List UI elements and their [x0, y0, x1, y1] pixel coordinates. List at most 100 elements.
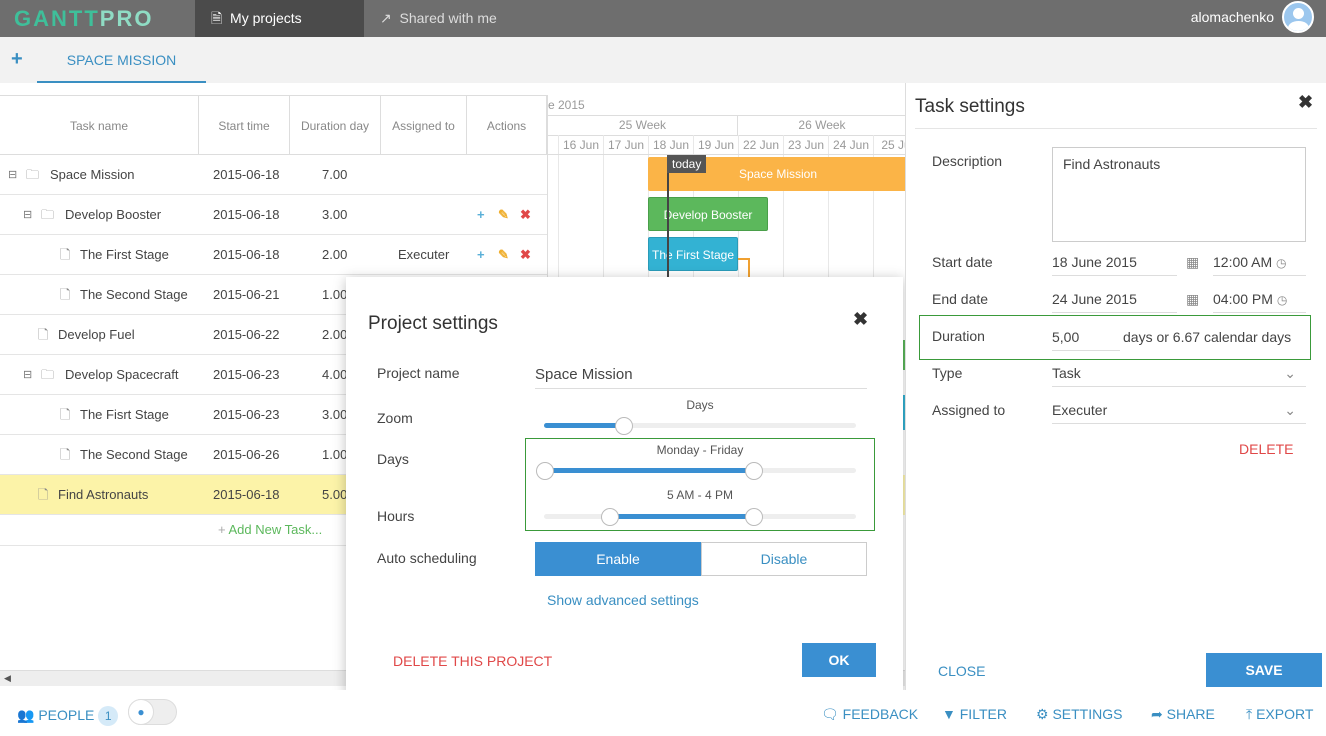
start-time: 2015-06-18	[213, 247, 280, 262]
header-assigned[interactable]: Assigned to	[381, 95, 467, 155]
assigned-select[interactable]: Executer ⌄	[1052, 396, 1306, 424]
enable-button[interactable]: Enable	[535, 542, 701, 576]
task-name[interactable]: The First Stage	[80, 235, 169, 275]
feedback-button[interactable]: 🗨 FEEDBACK	[821, 706, 918, 723]
add-subtask-icon[interactable]: +	[477, 235, 485, 275]
filter-button[interactable]: ▼ FILTER	[942, 706, 1007, 722]
tab-shared[interactable]: ↗ Shared with me	[364, 0, 564, 37]
close-icon[interactable]: ✖	[1298, 92, 1313, 113]
save-button[interactable]: SAVE	[1206, 653, 1322, 687]
start-time: 2015-06-18	[213, 167, 280, 182]
share-button[interactable]: ➦ SHARE	[1151, 706, 1215, 723]
add-task-button[interactable]: + Add New Task...	[218, 522, 322, 537]
table-row[interactable]: ⊟ 🗀 Space Mission 2015-06-18 7.00	[0, 155, 547, 195]
project-name-input[interactable]: Space Mission	[535, 361, 867, 389]
settings-button[interactable]: ⚙ SETTINGS	[1036, 706, 1122, 723]
type-select[interactable]: Task ⌄	[1052, 359, 1306, 387]
disable-button[interactable]: Disable	[701, 542, 867, 576]
zoom-slider-handle[interactable]	[615, 417, 633, 435]
zoom-label: Zoom	[377, 410, 413, 426]
delete-icon[interactable]: ✖	[520, 235, 531, 275]
file-icon: 🗋	[60, 407, 71, 422]
task-name[interactable]: Find Astronauts	[58, 475, 148, 515]
assigned-label: Assigned to	[932, 402, 1006, 418]
table-row[interactable]: 🗋 The First Stage 2015-06-18 2.00 Executer + ✎…	[0, 235, 547, 275]
week-25: 25 Week	[548, 115, 738, 136]
description-input[interactable]: Find Astronauts	[1052, 147, 1306, 242]
avatar[interactable]	[1282, 1, 1314, 33]
end-time-input[interactable]: 04:00 PM ◷	[1213, 285, 1306, 313]
people-icon: 👥	[17, 707, 35, 723]
edit-icon[interactable]: ✎	[498, 235, 509, 275]
user-name[interactable]: alomachenko	[1191, 0, 1274, 34]
header-task-name[interactable]: Task name	[0, 95, 199, 155]
collapse-icon[interactable]: ⊟	[23, 355, 32, 395]
assigned-to: Executer	[398, 247, 450, 262]
duration: 3.00	[322, 407, 348, 422]
header-actions: Actions	[467, 95, 547, 155]
filter-icon: ▼	[942, 706, 956, 722]
task-name[interactable]: The Second Stage	[80, 435, 188, 475]
project-name-label: Project name	[377, 365, 460, 381]
task-name[interactable]: The Second Stage	[80, 275, 188, 315]
task-name[interactable]: Develop Fuel	[58, 315, 135, 355]
task-name[interactable]: The Fisrt Stage	[80, 395, 169, 435]
start-time: 2015-06-21	[213, 287, 280, 302]
start-date-label: Start date	[932, 254, 993, 270]
people-toggle[interactable]: ●	[128, 699, 177, 725]
collapse-icon[interactable]: ⊟	[8, 155, 17, 195]
ok-button[interactable]: OK	[802, 643, 876, 677]
start-time: 2015-06-26	[213, 447, 280, 462]
days-slider-start-handle[interactable]	[536, 462, 554, 480]
delete-task-button[interactable]: DELETE	[1239, 441, 1293, 457]
add-project-button[interactable]: +	[11, 48, 23, 71]
days-label: Days	[377, 451, 409, 467]
duration: 3.00	[322, 207, 348, 222]
export-button[interactable]: ⤒ EXPORT	[1246, 706, 1313, 723]
task-name[interactable]: Space Mission	[50, 155, 135, 195]
hours-slider-start-handle[interactable]	[601, 508, 619, 526]
export-icon: ⤒	[1246, 706, 1253, 722]
dialog-title: Project settings	[368, 313, 498, 334]
duration: 4.00	[322, 367, 348, 382]
header-start-time[interactable]: Start time	[199, 95, 290, 155]
days-slider-end-handle[interactable]	[745, 462, 763, 480]
file-icon: 🗋	[60, 287, 71, 302]
collapse-icon[interactable]: ⊟	[23, 195, 32, 235]
tab-my-projects[interactable]: 🗎 My projects	[195, 0, 364, 37]
add-subtask-icon[interactable]: +	[477, 195, 485, 235]
start-date-input[interactable]: 18 June 2015	[1052, 248, 1177, 276]
bottom-toolbar: 👥 PEOPLE 1 ● 🗨 FEEDBACK ▼ FILTER ⚙ SETTI…	[0, 690, 1326, 736]
advanced-settings-link[interactable]: Show advanced settings	[547, 592, 699, 608]
table-row[interactable]: ⊟ 🗀 Develop Booster 2015-06-18 3.00 + ✎ ✖	[0, 195, 547, 235]
close-button[interactable]: CLOSE	[938, 663, 985, 679]
start-time-input[interactable]: 12:00 AM ◷	[1213, 248, 1306, 276]
logo[interactable]: GANTTPRO	[14, 6, 153, 32]
duration: 1.00	[322, 287, 348, 302]
people-button[interactable]: 👥 PEOPLE 1	[17, 706, 119, 726]
hours-slider-end-handle[interactable]	[745, 508, 763, 526]
header-duration[interactable]: Duration day	[290, 95, 381, 155]
delete-icon[interactable]: ✖	[520, 195, 531, 235]
duration-input[interactable]: 5,00	[1052, 323, 1120, 351]
start-time: 2015-06-18	[213, 207, 280, 222]
type-label: Type	[932, 365, 963, 381]
gantt-bar[interactable]: Develop Booster	[648, 197, 768, 231]
task-name[interactable]: Develop Booster	[65, 195, 161, 235]
calendar-icon[interactable]: ▦	[1186, 254, 1199, 271]
file-icon: 🗋	[60, 447, 71, 462]
zoom-value: Days	[686, 398, 714, 412]
delete-project-button[interactable]: DELETE THIS PROJECT	[393, 653, 552, 669]
task-settings-panel: Task settings ✖ Description Find Astrona…	[905, 83, 1326, 690]
gantt-bar[interactable]: The First Stage	[648, 237, 738, 271]
edit-icon[interactable]: ✎	[498, 195, 509, 235]
close-icon[interactable]: ✖	[853, 309, 868, 330]
duration: 2.00	[322, 327, 348, 342]
file-icon: 🗋	[60, 247, 71, 262]
end-date-input[interactable]: 24 June 2015	[1052, 285, 1177, 313]
people-count-badge: 1	[98, 706, 119, 726]
clock-icon: ◷	[1276, 256, 1287, 270]
tab-space-mission[interactable]: SPACE MISSION	[37, 37, 206, 83]
calendar-icon[interactable]: ▦	[1186, 291, 1199, 308]
task-name[interactable]: Develop Spacecraft	[65, 355, 178, 395]
